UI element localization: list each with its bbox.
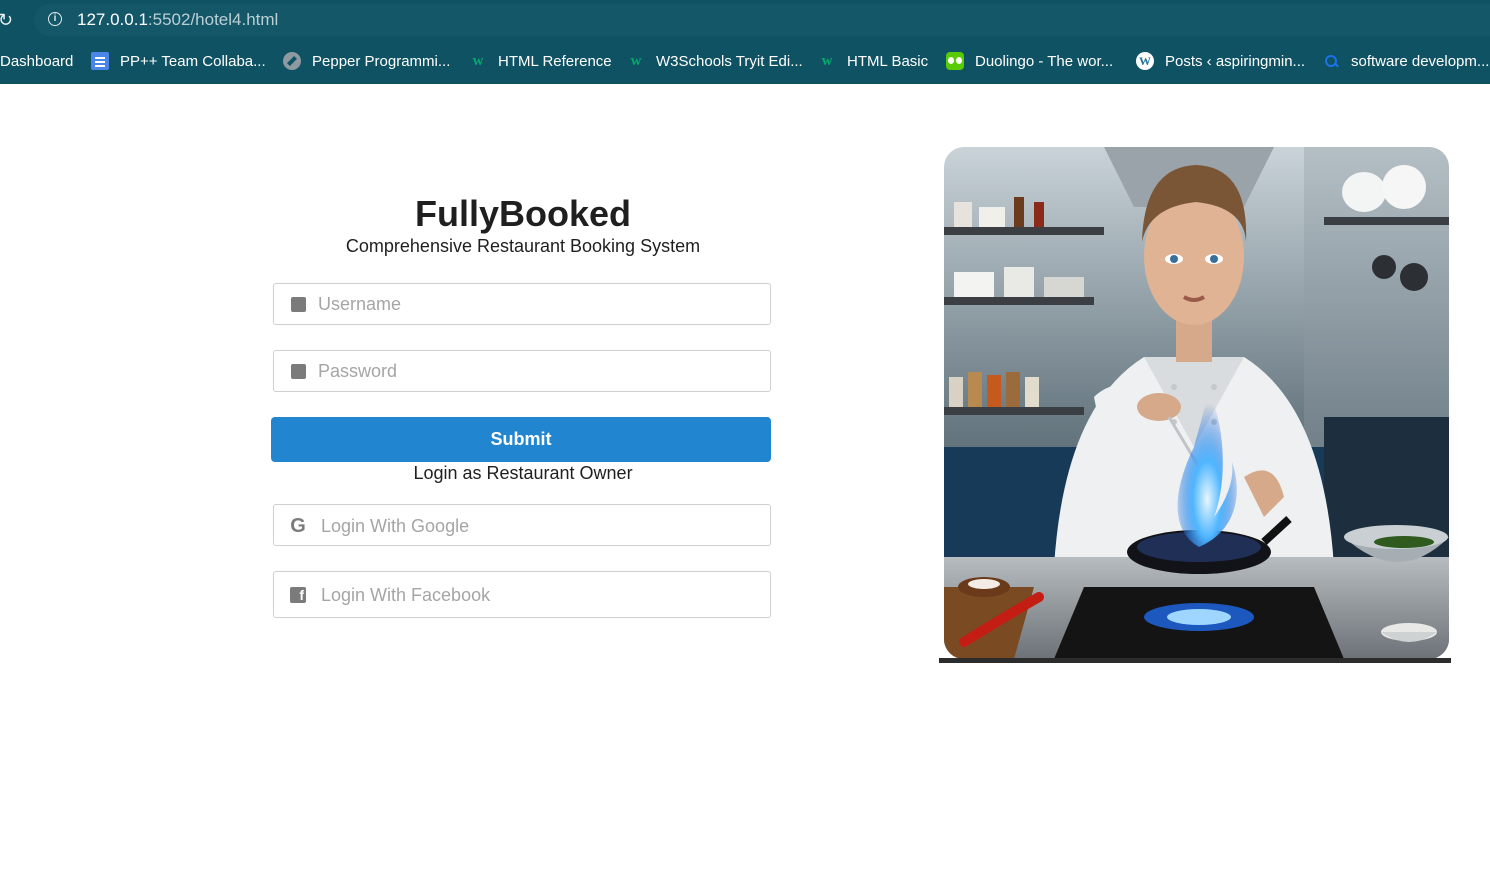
wordpress-icon — [1136, 52, 1154, 70]
google-docs-icon — [91, 52, 109, 70]
owner-login-link[interactable]: Login as Restaurant Owner — [272, 463, 774, 484]
bookmark-pepper[interactable]: Pepper Programmi... — [283, 50, 450, 72]
bookmarks-bar: Dashboard PP++ Team Collaba... Pepper Pr… — [0, 44, 1490, 78]
page-title: FullyBooked — [414, 193, 632, 234]
address-bar: ↻ i 127.0.0.1:5502/hotel4.html — [0, 0, 1490, 40]
duolingo-icon — [946, 52, 964, 70]
bookmark-software-dev[interactable]: software developm... — [1322, 50, 1489, 72]
bookmark-label: PP++ Team Collaba... — [120, 52, 266, 70]
google-login-label: Login With Google — [321, 516, 470, 536]
password-input[interactable] — [318, 351, 762, 391]
bookmark-tryit[interactable]: w W3Schools Tryit Edi... — [627, 50, 803, 72]
search-icon — [1322, 52, 1340, 70]
bookmark-label: HTML Reference — [498, 52, 612, 70]
bookmark-html-reference[interactable]: w HTML Reference — [469, 50, 612, 72]
user-icon — [291, 297, 306, 312]
bookmark-wordpress-posts[interactable]: Posts ‹ aspiringmin... — [1136, 50, 1305, 72]
bookmark-label: software developm... — [1351, 52, 1490, 70]
username-field[interactable] — [273, 283, 771, 325]
bookmark-duolingo[interactable]: Duolingo - The wor... — [946, 50, 1113, 72]
compass-icon — [283, 52, 301, 70]
w3schools-icon: w — [472, 53, 484, 69]
bookmark-label: W3Schools Tryit Edi... — [656, 52, 803, 70]
password-field[interactable] — [273, 350, 771, 392]
w3schools-icon: w — [630, 53, 642, 69]
bookmark-label: Pepper Programmi... — [312, 52, 451, 70]
facebook-login-label: Login With Facebook — [321, 585, 491, 605]
submit-button[interactable]: Submit — [271, 417, 771, 462]
url-text[interactable]: 127.0.0.1:5502/hotel4.html — [77, 10, 278, 30]
browser-chrome: ↻ i 127.0.0.1:5502/hotel4.html Dashboard… — [0, 0, 1490, 84]
bookmark-label: HTML Basic — [847, 52, 929, 70]
chef-illustration — [944, 147, 1449, 659]
bookmark-html-basic[interactable]: w HTML Basic — [818, 50, 929, 72]
lock-icon — [291, 364, 306, 379]
site-info-icon[interactable]: i — [48, 12, 62, 26]
image-base-line — [939, 658, 1451, 663]
bookmark-label: Dashboard — [0, 52, 74, 70]
bookmark-pp-team[interactable]: PP++ Team Collaba... — [91, 50, 266, 72]
url-path: :5502/hotel4.html — [147, 10, 279, 29]
bookmark-dashboard[interactable]: Dashboard — [0, 50, 73, 72]
reload-icon[interactable]: ↻ — [0, 10, 16, 30]
url-host: 127.0.0.1 — [77, 10, 148, 29]
w3schools-icon: w — [821, 53, 833, 69]
facebook-login-button[interactable]: f Login With Facebook — [273, 571, 771, 618]
google-icon: G — [290, 515, 306, 537]
google-login-button[interactable]: G Login With Google — [273, 504, 771, 546]
username-input[interactable] — [318, 284, 762, 324]
facebook-icon: f — [290, 587, 306, 603]
page-subtitle: Comprehensive Restaurant Booking System — [345, 236, 701, 256]
bookmark-label: Posts ‹ aspiringmin... — [1165, 52, 1306, 70]
bookmark-label: Duolingo - The wor... — [975, 52, 1114, 70]
